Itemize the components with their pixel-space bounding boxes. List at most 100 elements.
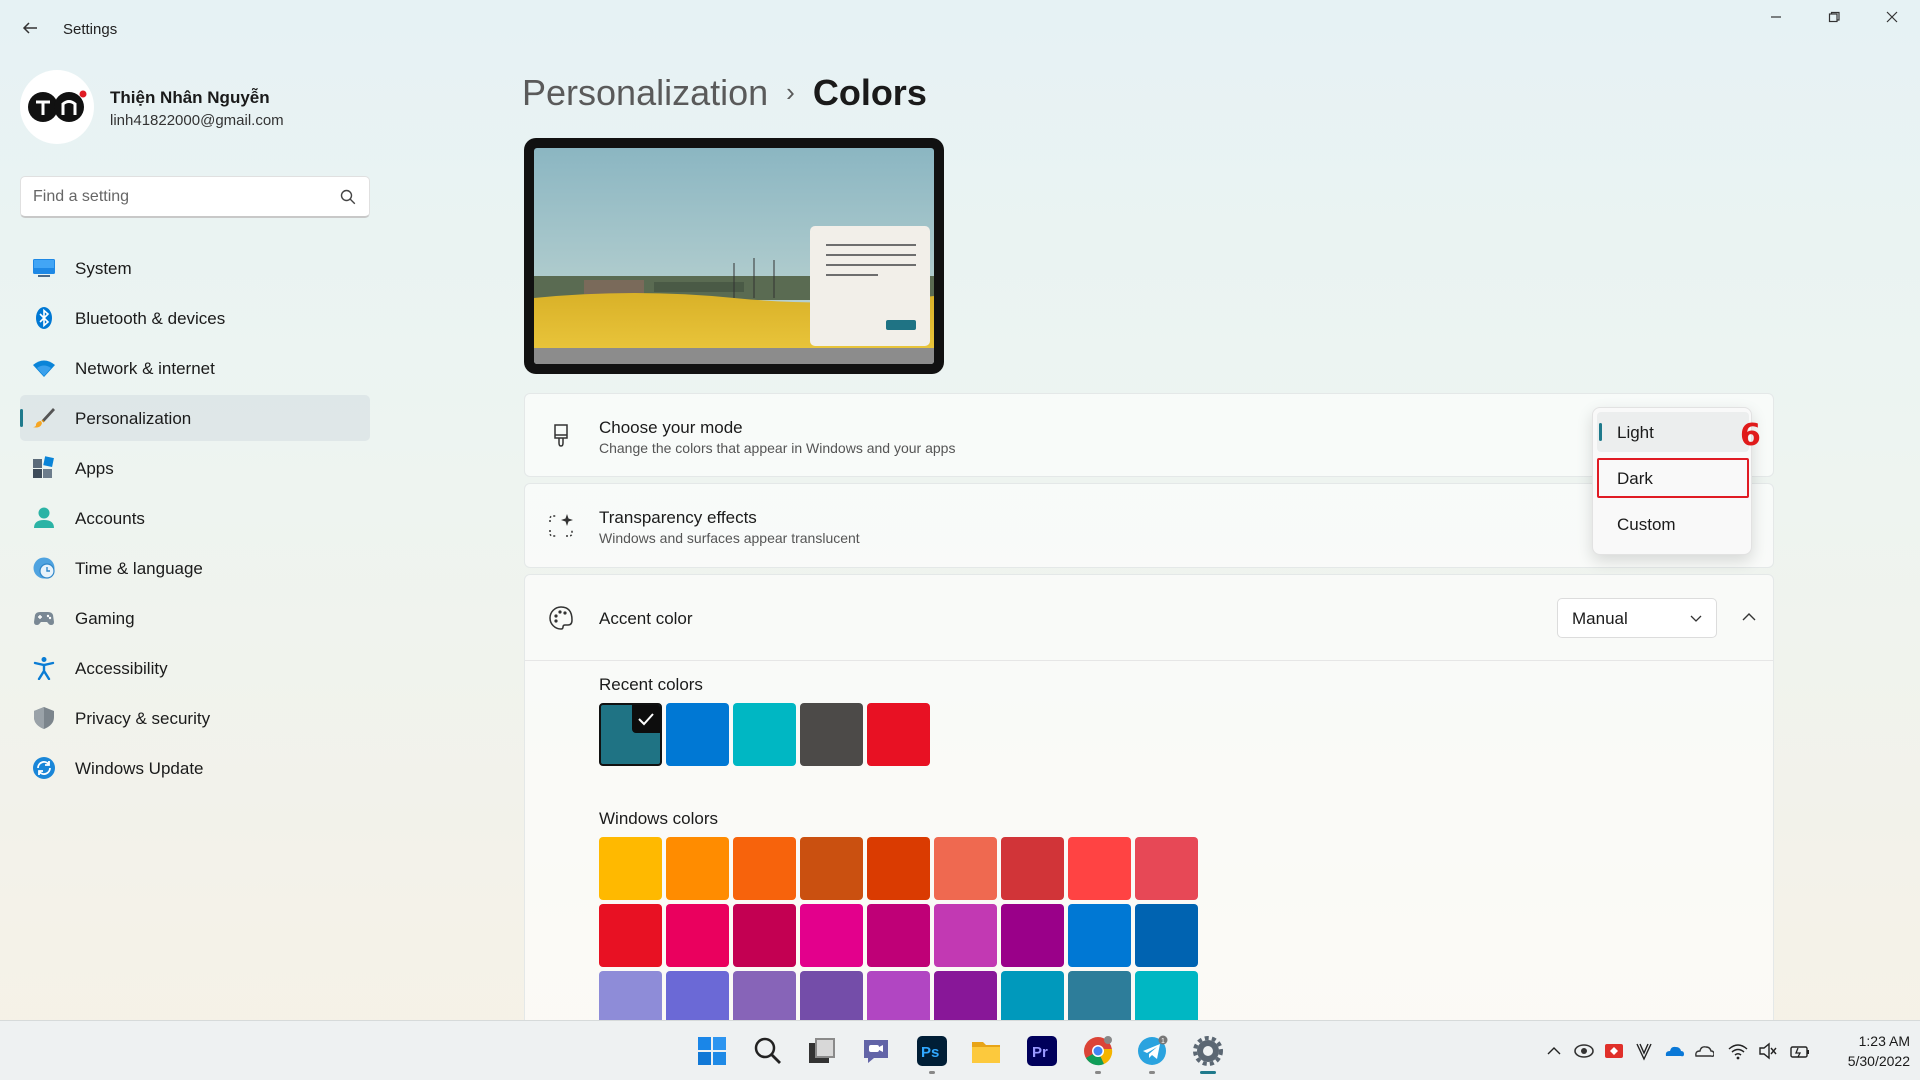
color-swatch[interactable] xyxy=(867,904,930,967)
chat-icon[interactable] xyxy=(860,1035,892,1067)
profile-name: Thiện Nhân Nguyễn xyxy=(110,88,270,107)
clock-time: 1:23 AM xyxy=(1858,1033,1910,1049)
color-swatch[interactable] xyxy=(599,904,662,967)
mode-option-custom[interactable]: Custom xyxy=(1597,504,1749,544)
sidebar-item-gaming[interactable]: Gaming xyxy=(20,595,370,641)
person-icon xyxy=(34,507,54,528)
sidebar-item-label: Gaming xyxy=(75,609,135,628)
mode-card[interactable]: Choose your mode Change the colors that … xyxy=(524,393,1774,477)
sidebar-item-windows-update[interactable]: Windows Update xyxy=(20,745,370,791)
tray-app-icon[interactable] xyxy=(1574,1041,1594,1061)
mode-title: Choose your mode xyxy=(599,418,743,437)
system-clock[interactable]: 1:23 AM 5/30/2022 xyxy=(1820,1031,1910,1071)
volume-muted-icon[interactable] xyxy=(1758,1041,1778,1061)
color-swatch[interactable] xyxy=(599,703,662,766)
battery-icon[interactable] xyxy=(1790,1041,1810,1061)
color-swatch[interactable] xyxy=(666,703,729,766)
checkmark-icon xyxy=(632,705,660,733)
apps-icon xyxy=(33,456,54,478)
color-swatch[interactable] xyxy=(1001,904,1064,967)
color-swatch[interactable] xyxy=(800,837,863,900)
gamepad-icon xyxy=(34,612,54,625)
color-swatch[interactable] xyxy=(934,837,997,900)
breadcrumb-parent[interactable]: Personalization xyxy=(522,72,768,113)
transparency-subtitle: Windows and surfaces appear translucent xyxy=(599,530,860,546)
breadcrumb-separator: › xyxy=(786,77,795,107)
collapse-button[interactable] xyxy=(1729,598,1769,638)
color-swatch[interactable] xyxy=(1135,837,1198,900)
color-swatch[interactable] xyxy=(1135,904,1198,967)
color-swatch[interactable] xyxy=(666,904,729,967)
chevron-down-icon xyxy=(1690,615,1702,622)
photoshop-icon[interactable]: Ps xyxy=(916,1035,948,1067)
breadcrumb: Personalization › Colors xyxy=(522,72,927,114)
mode-option-label: Light xyxy=(1617,423,1654,442)
file-explorer-icon[interactable] xyxy=(970,1035,1002,1067)
user-profile[interactable]: Thiện Nhân Nguyễn linh41822000@gmail.com xyxy=(20,70,360,146)
color-swatch[interactable] xyxy=(1001,837,1064,900)
minimize-icon[interactable] xyxy=(1756,8,1796,32)
chrome-icon[interactable] xyxy=(1082,1035,1114,1067)
color-swatch[interactable] xyxy=(1068,904,1131,967)
task-view-icon[interactable] xyxy=(806,1035,838,1067)
onedrive-icon[interactable] xyxy=(1664,1041,1684,1061)
search-box[interactable] xyxy=(20,176,370,218)
preview-wallpaper xyxy=(534,148,934,364)
color-swatch[interactable] xyxy=(599,837,662,900)
sidebar-item-label: Network & internet xyxy=(75,359,215,378)
color-swatch[interactable] xyxy=(666,837,729,900)
sidebar-item-apps[interactable]: Apps xyxy=(20,445,370,491)
sidebar-item-personalization[interactable]: Personalization xyxy=(20,395,370,441)
sidebar-item-label: Accounts xyxy=(75,509,145,528)
mode-option-dark[interactable]: Dark xyxy=(1597,458,1749,498)
sidebar-item-accounts[interactable]: Accounts xyxy=(20,495,370,541)
sidebar-item-accessibility[interactable]: Accessibility xyxy=(20,645,370,691)
transparency-sparkle-icon xyxy=(549,514,573,537)
shield-icon xyxy=(34,707,54,729)
search-icon[interactable] xyxy=(752,1035,784,1067)
chevron-up-icon[interactable] xyxy=(1544,1041,1564,1061)
color-swatch[interactable] xyxy=(733,837,796,900)
accent-color-header[interactable]: Accent color Manual xyxy=(525,575,1773,661)
wifi-icon[interactable] xyxy=(1728,1041,1748,1061)
search-input[interactable] xyxy=(33,186,323,208)
bluetooth-icon xyxy=(36,307,52,329)
color-swatch[interactable] xyxy=(800,703,863,766)
svg-text:Ps: Ps xyxy=(921,1044,939,1061)
sidebar-item-privacy[interactable]: Privacy & security xyxy=(20,695,370,741)
accent-mode-dropdown[interactable]: Manual xyxy=(1557,598,1717,638)
close-icon[interactable] xyxy=(1872,8,1912,32)
page-title: Colors xyxy=(812,72,927,113)
color-swatch[interactable] xyxy=(867,703,930,766)
sidebar-item-bluetooth[interactable]: Bluetooth & devices xyxy=(20,295,370,341)
premiere-icon[interactable]: Pr xyxy=(1026,1035,1058,1067)
color-swatch[interactable] xyxy=(733,904,796,967)
back-arrow-icon[interactable] xyxy=(18,18,42,42)
accent-color-card: Accent color Manual Recent colors Window… xyxy=(524,574,1774,1080)
v-app-icon[interactable] xyxy=(1634,1041,1654,1061)
maximize-icon[interactable] xyxy=(1814,8,1854,32)
sidebar-item-label: Personalization xyxy=(75,409,192,428)
search-icon[interactable] xyxy=(339,188,357,206)
anydesk-icon[interactable] xyxy=(1604,1041,1624,1061)
preview-accent-button xyxy=(886,320,916,330)
color-swatch[interactable] xyxy=(934,904,997,967)
cloud-icon[interactable] xyxy=(1694,1041,1714,1061)
color-swatch[interactable] xyxy=(867,837,930,900)
sidebar-item-label: Accessibility xyxy=(75,659,168,678)
color-swatch[interactable] xyxy=(733,703,796,766)
sidebar-item-label: Windows Update xyxy=(75,759,204,778)
settings-gear-icon[interactable] xyxy=(1192,1035,1224,1067)
transparency-card[interactable]: Transparency effects Windows and surface… xyxy=(524,483,1774,568)
color-swatch[interactable] xyxy=(1068,837,1131,900)
windows-start-icon[interactable] xyxy=(696,1035,728,1067)
update-icon xyxy=(33,757,55,779)
color-swatch[interactable] xyxy=(800,904,863,967)
sidebar-item-system[interactable]: System xyxy=(20,245,370,291)
clock-date: 5/30/2022 xyxy=(1847,1053,1910,1069)
telegram-icon[interactable]: 1 xyxy=(1136,1035,1168,1067)
sidebar-item-time-language[interactable]: Time & language xyxy=(20,545,370,591)
step-annotation: 6 xyxy=(1740,418,1761,453)
sidebar-item-network[interactable]: Network & internet xyxy=(20,345,370,391)
mode-option-light[interactable]: Light xyxy=(1597,412,1749,452)
